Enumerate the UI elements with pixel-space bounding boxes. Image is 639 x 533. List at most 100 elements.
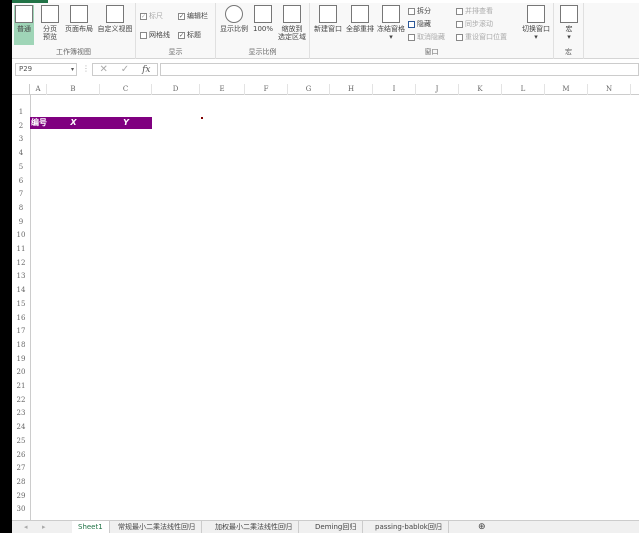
row-header[interactable]: 9 — [12, 215, 30, 229]
scroll-left-icon[interactable]: ◂ — [24, 521, 28, 533]
zoom-100-icon — [254, 5, 272, 23]
zoom-selection-button[interactable]: 缩放到 选定区域 — [276, 5, 308, 41]
row-header[interactable]: 13 — [12, 269, 30, 283]
group-label: 显示比例 — [248, 48, 277, 56]
side-by-side-button[interactable]: 并排查看 — [456, 6, 493, 16]
row-header[interactable]: 14 — [12, 283, 30, 297]
row-header-border — [30, 95, 31, 520]
column-header[interactable]: N — [588, 84, 631, 95]
unhide-button[interactable]: 取消隐藏 — [408, 32, 445, 42]
row-header[interactable]: 4 — [12, 146, 30, 160]
freeze-panes-button[interactable]: 冻结窗格 ▾ — [376, 5, 406, 41]
row-header[interactable]: 2 — [12, 119, 30, 133]
sheet-tab[interactable]: 加权最小二乘法线性回归 — [209, 521, 299, 533]
custom-view-icon — [106, 5, 124, 23]
cell-C2[interactable]: Y — [100, 117, 152, 129]
row-header[interactable]: 11 — [12, 242, 30, 256]
name-box[interactable]: P29 ▾ — [15, 63, 77, 76]
scroll-right-icon[interactable]: ▸ — [42, 521, 46, 533]
insert-function-button[interactable]: fx — [142, 65, 150, 75]
group-label: 窗口 — [424, 48, 439, 56]
reset-position-button[interactable]: 重设窗口位置 — [456, 32, 507, 42]
normal-view-button[interactable]: 普通 — [14, 5, 34, 45]
column-header[interactable]: A — [30, 84, 47, 95]
sheet-tab[interactable]: Deming回归 — [309, 521, 364, 533]
row-header[interactable]: 6 — [12, 174, 30, 188]
row-header[interactable]: 24 — [12, 420, 30, 434]
formula-bar-checkbox[interactable]: ✓ 编辑栏 — [178, 11, 208, 21]
new-window-icon — [319, 5, 337, 23]
row-header[interactable]: 23 — [12, 406, 30, 420]
page-icon — [70, 5, 88, 23]
column-header[interactable]: C — [100, 84, 152, 95]
row-header[interactable]: 22 — [12, 393, 30, 407]
column-header[interactable]: E — [200, 84, 245, 95]
row-header[interactable]: 19 — [12, 352, 30, 366]
sheet-tab[interactable]: passing-bablok回归 — [369, 521, 449, 533]
hide-button[interactable]: 隐藏 — [408, 19, 431, 29]
row-header[interactable]: 7 — [12, 187, 30, 201]
formula-input[interactable] — [160, 63, 639, 76]
row-header[interactable]: 16 — [12, 311, 30, 325]
column-header[interactable]: K — [459, 84, 502, 95]
page-layout-button[interactable]: 页面布局 — [64, 5, 94, 33]
column-header[interactable]: G — [288, 84, 330, 95]
split-button[interactable]: 拆分 — [408, 6, 431, 16]
zoom-button[interactable]: 显示比例 — [218, 5, 250, 33]
macros-button[interactable]: 宏 ▾ — [558, 5, 580, 41]
row-header[interactable]: 3 — [12, 132, 30, 146]
column-header[interactable]: M — [545, 84, 588, 95]
enter-icon[interactable]: ✓ — [121, 64, 129, 75]
more-icon: ⋮ — [82, 64, 90, 73]
custom-view-button[interactable]: 自定义视图 — [96, 5, 134, 33]
black-border — [0, 0, 12, 533]
row-header[interactable]: 12 — [12, 256, 30, 270]
sync-scroll-button[interactable]: 同步滚动 — [456, 19, 493, 29]
column-header[interactable]: B — [47, 84, 100, 95]
select-all-button[interactable] — [12, 84, 30, 95]
add-sheet-icon[interactable]: ⊕ — [478, 521, 486, 533]
column-header[interactable]: D — [152, 84, 200, 95]
column-header[interactable]: H — [330, 84, 373, 95]
arrange-icon — [351, 5, 369, 23]
headings-checkbox[interactable]: ✓ 标题 — [178, 30, 201, 40]
row-header[interactable]: 17 — [12, 324, 30, 338]
row-header[interactable]: 28 — [12, 475, 30, 489]
cell-A2[interactable]: 编号 — [30, 117, 47, 129]
formula-buttons: ✕ ✓ fx — [92, 63, 158, 76]
column-header[interactable]: J — [416, 84, 459, 95]
sheet-tab-bar: ◂ ▸ Sheet1 常规最小二乘法线性回归 加权最小二乘法线性回归 Demin… — [12, 520, 639, 533]
row-header[interactable]: 8 — [12, 201, 30, 215]
column-header[interactable]: F — [245, 84, 288, 95]
row-header[interactable]: 25 — [12, 434, 30, 448]
arrange-all-button[interactable]: 全部重排 — [344, 5, 376, 33]
row-header[interactable]: 30 — [12, 502, 30, 516]
row-header[interactable]: 20 — [12, 365, 30, 379]
row-header[interactable]: 29 — [12, 489, 30, 503]
row-header[interactable]: 5 — [12, 160, 30, 174]
row-header[interactable]: 15 — [12, 297, 30, 311]
row-header[interactable]: 21 — [12, 379, 30, 393]
row-header[interactable]: 1 — [12, 105, 30, 119]
comment-indicator — [201, 117, 203, 119]
column-header[interactable]: L — [502, 84, 545, 95]
row-header[interactable]: 18 — [12, 338, 30, 352]
ruler-checkbox[interactable]: ✓ 标尺 — [140, 11, 163, 21]
row-header[interactable]: 27 — [12, 461, 30, 475]
row-header[interactable]: 26 — [12, 448, 30, 462]
row-header[interactable]: 10 — [12, 228, 30, 242]
cell-B2[interactable]: X — [47, 117, 100, 129]
gridlines-checkbox[interactable]: 网格线 — [140, 30, 170, 40]
column-header[interactable]: I — [373, 84, 416, 95]
group-label: 显示 — [168, 48, 183, 56]
new-window-button[interactable]: 新建窗口 — [312, 5, 344, 33]
cancel-icon[interactable]: ✕ — [99, 64, 107, 75]
page-break-button[interactable]: 分页 预览 — [40, 5, 60, 41]
dropdown-icon[interactable]: ▾ — [71, 64, 74, 75]
zoom-100-button[interactable]: 100% — [252, 5, 274, 33]
zoom-selection-icon — [283, 5, 301, 23]
switch-window-button[interactable]: 切换窗口 ▾ — [520, 5, 552, 41]
sheet-tab[interactable]: Sheet1 — [72, 521, 110, 533]
magnifier-icon — [225, 5, 243, 23]
sheet-tab[interactable]: 常规最小二乘法线性回归 — [112, 521, 202, 533]
